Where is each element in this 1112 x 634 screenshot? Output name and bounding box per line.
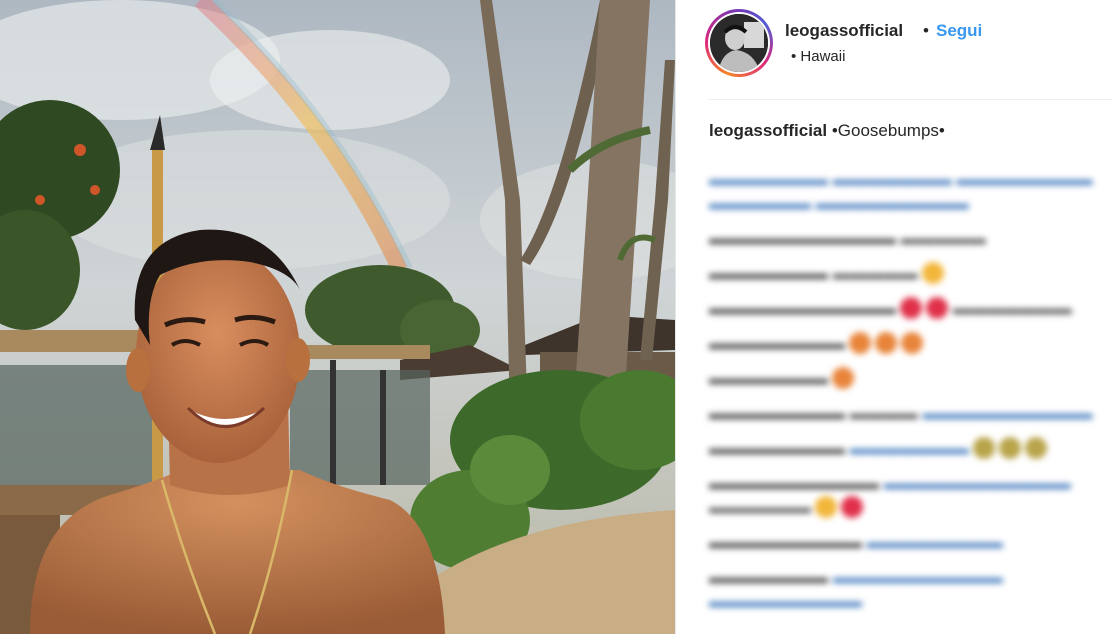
post-caption: leogassofficial •Goosebumps• (709, 121, 945, 141)
avatar-image (710, 14, 768, 72)
avatar[interactable] (705, 9, 773, 77)
list-item: ▬▬▬▬▬▬▬ (709, 367, 1109, 391)
follow-button[interactable]: Segui (936, 21, 982, 41)
caption-username[interactable]: leogassofficial (709, 121, 827, 140)
avatar-photo-icon (710, 14, 768, 72)
list-item: ▬▬▬▬▬▬▬ ▬▬▬▬▬▬▬ ▬▬▬▬▬▬▬▬ ▬▬▬▬▬▬ ▬▬▬▬▬▬▬▬▬ (709, 170, 1093, 213)
list-item: ▬▬▬▬▬▬▬▬ ▬▬▬▬▬▬▬ (709, 437, 1109, 461)
post-side-panel: leogassofficial • Segui • Hawaii leogass… (676, 0, 1112, 634)
post-header: leogassofficial • Segui • Hawaii (676, 0, 1112, 99)
post-photo[interactable] (0, 0, 675, 634)
list-item: ▬▬▬▬▬▬▬ ▬▬▬▬▬ (709, 262, 1109, 286)
list-item: ▬▬▬▬▬▬▬▬ ▬▬▬▬ ▬▬▬▬▬▬▬▬▬▬ (709, 404, 1093, 423)
list-item: ▬▬▬▬▬▬▬▬▬▬▬ ▬▬▬▬▬▬▬ (709, 297, 1072, 319)
list-item: ▬▬▬▬▬▬▬▬▬ ▬▬▬▬▬▬▬▬ (709, 533, 1003, 552)
post-location[interactable]: • Hawaii (791, 48, 845, 65)
header-divider (709, 99, 1112, 100)
list-item: ▬▬▬▬▬▬▬▬▬▬ ▬▬▬▬▬▬▬▬▬▬▬ ▬▬▬▬▬▬ (709, 474, 1071, 518)
caption-text: •Goosebumps• (827, 121, 945, 140)
list-item: ▬▬▬▬▬▬▬▬▬▬▬ ▬▬▬▬▬ (709, 229, 986, 248)
comments-list-blurred: ▬▬▬▬▬▬▬ ▬▬▬▬▬▬▬ ▬▬▬▬▬▬▬▬ ▬▬▬▬▬▬ ▬▬▬▬▬▬▬▬▬… (709, 168, 1109, 625)
list-item: ▬▬▬▬▬▬▬▬ (709, 332, 1109, 356)
separator-dot: • (923, 21, 929, 40)
post-username[interactable]: leogassofficial (785, 21, 903, 41)
photo-image (0, 0, 675, 634)
list-item: ▬▬▬▬▬▬▬ ▬▬▬▬▬▬▬▬▬▬ ▬▬▬▬▬▬▬▬▬ (709, 568, 1003, 611)
